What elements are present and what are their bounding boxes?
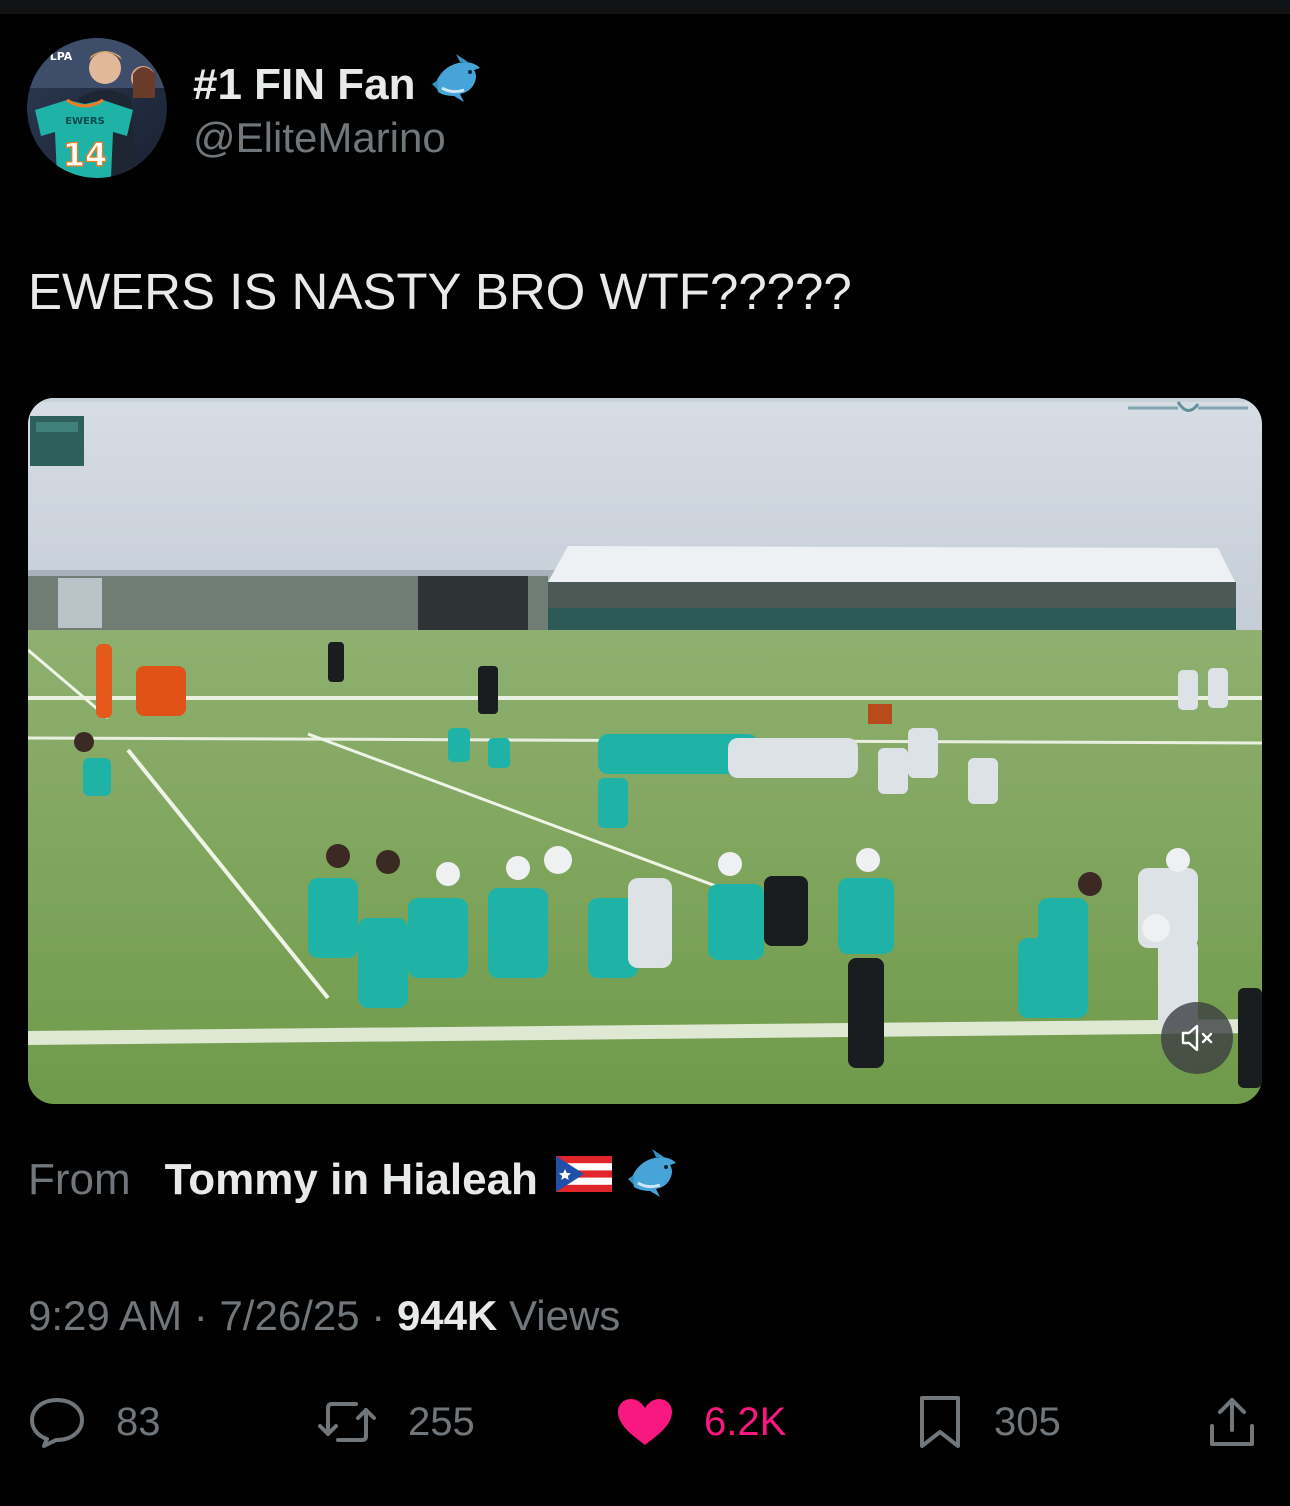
- repost-icon: [318, 1402, 376, 1442]
- heart-icon: [618, 1399, 672, 1445]
- tweet-time: 9:29 AM: [28, 1292, 183, 1339]
- action-bar: 83 255 6.2K 305: [0, 1390, 1290, 1454]
- views-label: Views: [509, 1292, 621, 1339]
- reply-count: 83: [116, 1399, 161, 1444]
- views-count: 944K: [396, 1292, 498, 1339]
- reply-button[interactable]: 83: [28, 1390, 161, 1454]
- meta-separator: ·: [371, 1292, 386, 1339]
- dolphin-icon: [430, 52, 486, 117]
- meta-separator: ·: [193, 1292, 208, 1339]
- avatar-badge: NFLPA: [33, 50, 73, 63]
- bookmark-count: 305: [994, 1399, 1061, 1444]
- share-icon: [1210, 1398, 1254, 1446]
- dolphin-icon: [626, 1146, 682, 1213]
- bookmark-icon: [920, 1396, 960, 1448]
- share-button[interactable]: [1204, 1390, 1260, 1454]
- author-handle[interactable]: @EliteMarino: [193, 114, 446, 162]
- source-name[interactable]: Tommy in Hialeah: [165, 1155, 538, 1205]
- source-from-label: From: [28, 1154, 131, 1204]
- speaker-muted-icon: [1181, 1024, 1213, 1052]
- like-button[interactable]: 6.2K: [616, 1390, 786, 1454]
- repost-button[interactable]: 255: [316, 1390, 475, 1454]
- avatar-jersey-name: EWERS: [65, 116, 105, 127]
- tweet-date: 7/26/25: [219, 1292, 360, 1339]
- like-count: 6.2K: [704, 1399, 787, 1444]
- video-frame: [28, 398, 1262, 1104]
- mute-button[interactable]: [1161, 1002, 1233, 1074]
- tweet-meta: 9:29 AM · 7/26/25 · 944K Views: [28, 1292, 620, 1340]
- avatar-jersey-number: 14: [63, 136, 108, 174]
- author-avatar[interactable]: EWERS 14 NFLPA: [27, 38, 167, 178]
- author-display-name[interactable]: #1 FIN Fan: [193, 60, 416, 110]
- status-bar-strip: [0, 0, 1290, 14]
- author-name-row[interactable]: #1 FIN Fan: [193, 52, 486, 117]
- puerto-rico-flag-icon: [555, 1154, 612, 1205]
- repost-count: 255: [408, 1399, 475, 1444]
- reply-icon: [30, 1398, 84, 1448]
- bookmark-button[interactable]: 305: [916, 1390, 1061, 1454]
- tweet-text: EWERS IS NASTY BRO WTF?????: [28, 263, 852, 320]
- source-row[interactable]: From Tommy in Hialeah: [28, 1146, 682, 1213]
- tweet-video[interactable]: [28, 398, 1262, 1104]
